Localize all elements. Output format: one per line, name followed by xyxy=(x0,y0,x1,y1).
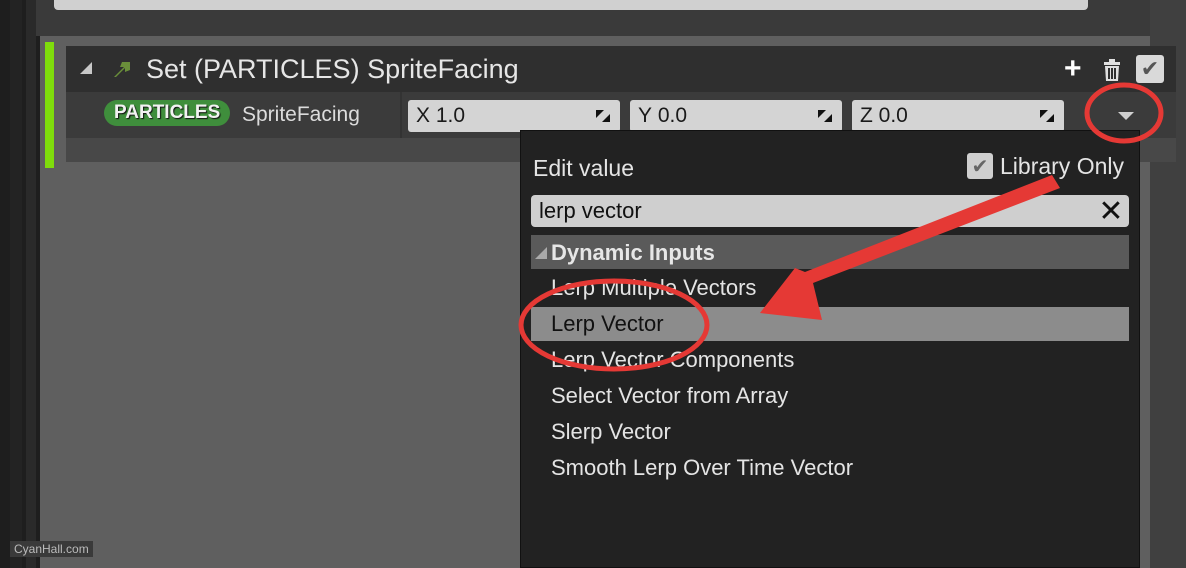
arrow-up-right-icon xyxy=(114,62,130,77)
edit-value-popup: Edit value ✔ Library Only ✕ Dynamic Inpu… xyxy=(520,130,1140,568)
value-mode-dropdown-button[interactable] xyxy=(1106,104,1146,128)
drag-handle-icon[interactable] xyxy=(1038,108,1056,124)
panel-divider xyxy=(26,0,36,568)
list-item[interactable]: Lerp Vector Components xyxy=(531,343,1129,377)
enabled-checkbox[interactable]: ✔ xyxy=(1136,55,1164,83)
module-title: Set (PARTICLES) SpriteFacing xyxy=(146,54,519,84)
trash-icon[interactable] xyxy=(1102,58,1122,82)
search-field[interactable]: ✕ xyxy=(531,195,1129,228)
module-accent-bar xyxy=(45,42,54,168)
close-icon[interactable]: ✕ xyxy=(1097,195,1125,228)
list-item[interactable]: Smooth Lerp Over Time Vector xyxy=(531,451,1129,485)
collapse-triangle-icon[interactable] xyxy=(535,247,547,259)
left-panel-edge xyxy=(0,0,40,568)
list-item-selected[interactable]: Lerp Vector xyxy=(531,307,1129,341)
plus-icon[interactable]: + xyxy=(1064,54,1082,84)
library-only-checkbox[interactable]: ✔ xyxy=(967,153,993,179)
x-value-field[interactable]: X 1.0 xyxy=(408,100,620,132)
category-dynamic-inputs[interactable]: Dynamic Inputs xyxy=(531,235,1129,269)
collapse-triangle-icon[interactable] xyxy=(80,62,92,74)
library-only-label[interactable]: Library Only xyxy=(1000,153,1124,180)
module-header[interactable]: Set (PARTICLES) SpriteFacing + ✔ xyxy=(66,46,1176,92)
drag-handle-icon[interactable] xyxy=(594,108,612,124)
popup-title: Edit value xyxy=(533,155,635,181)
previous-field[interactable] xyxy=(54,0,1088,10)
list-item[interactable]: Select Vector from Array xyxy=(531,379,1129,413)
row-divider xyxy=(400,92,402,138)
watermark: CyanHall.com xyxy=(10,541,93,557)
search-input[interactable] xyxy=(539,195,1099,227)
panel-divider xyxy=(10,0,22,568)
drag-handle-icon[interactable] xyxy=(816,108,834,124)
z-value-field[interactable]: Z 0.0 xyxy=(852,100,1064,132)
list-item[interactable]: Lerp Multiple Vectors xyxy=(531,271,1129,305)
y-value-field[interactable]: Y 0.0 xyxy=(630,100,842,132)
parameter-name: SpriteFacing xyxy=(242,103,360,126)
namespace-badge: PARTICLES xyxy=(104,100,231,126)
chevron-down-icon xyxy=(1118,112,1134,120)
category-label: Dynamic Inputs xyxy=(551,240,715,265)
list-item[interactable]: Slerp Vector xyxy=(531,415,1129,449)
